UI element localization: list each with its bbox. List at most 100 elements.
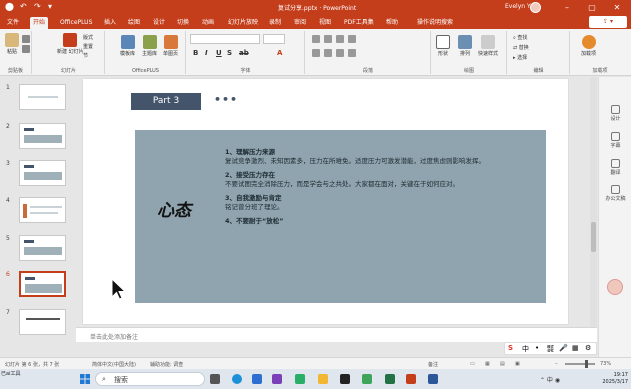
font-color-icon[interactable]: A (277, 49, 282, 57)
reset-button[interactable]: 重置 (83, 43, 93, 50)
slide-thumbnail-2[interactable] (19, 123, 66, 149)
copy-icon[interactable] (22, 45, 30, 53)
bullets-icon[interactable] (312, 35, 320, 43)
autosave-icon[interactable]: ⬤ (5, 2, 14, 11)
layout-button[interactable]: 版式 (83, 34, 93, 41)
part-label[interactable]: Part 3 (131, 93, 201, 110)
underline-icon[interactable]: U (216, 49, 222, 57)
numbering-icon[interactable] (324, 35, 332, 43)
taskbar-search[interactable]: ⌕ 搜索 (95, 372, 205, 386)
assistant-avatar-icon[interactable] (607, 279, 623, 295)
slide-thumbnail-1[interactable] (19, 84, 66, 110)
slide[interactable]: Part 3 ••• 心态 1、理解压力来源 复试竞争激烈、未知因素多，压力在所… (83, 79, 568, 324)
language-indicator[interactable]: 简体中文(中国大陆) (92, 361, 136, 368)
tell-me-search[interactable]: 操作说明搜索 (414, 17, 456, 29)
slide-thumbnail-6[interactable] (19, 271, 66, 297)
points-text[interactable]: 1、理解压力来源 复试竞争激烈、未知因素多，压力在所难免。适度压力可激发潜能，过… (225, 148, 505, 226)
subtitle-button[interactable]: 字幕 (602, 132, 629, 149)
strikethrough-icon[interactable]: ab (239, 49, 249, 57)
tray-icons[interactable]: ⌃ 中 ◉ (540, 375, 560, 384)
ime-lang-toggle[interactable]: 中 (522, 344, 529, 354)
shape-button[interactable]: 形状 (436, 35, 450, 57)
avatar[interactable] (530, 2, 541, 13)
bold-icon[interactable]: B (193, 49, 198, 57)
ime-logo-icon[interactable]: S (508, 344, 513, 352)
excel-icon[interactable] (385, 374, 395, 384)
new-slide-button[interactable]: 新建 幻灯片 (57, 33, 84, 55)
scrollbar-thumb[interactable] (591, 222, 596, 252)
wechat-icon[interactable] (295, 374, 305, 384)
tab-insert[interactable]: 插入 (101, 17, 119, 29)
font-size-select[interactable] (263, 34, 285, 44)
microphone-icon[interactable]: 🎤 (559, 344, 568, 352)
keyboard-icon[interactable]: ▦ (572, 344, 579, 352)
addin-button[interactable]: 加载项 (581, 35, 596, 57)
tab-home[interactable]: 开始 (30, 17, 49, 29)
zoom-slider-knob[interactable] (585, 360, 588, 368)
sorter-view-icon[interactable]: ▦ (485, 361, 490, 367)
cut-icon[interactable] (22, 35, 30, 43)
paste-button[interactable]: 粘贴 (5, 33, 19, 55)
tab-pdf-tools[interactable]: PDF工具集 (341, 17, 377, 29)
single-page-button[interactable]: 单图页 (163, 35, 178, 57)
slide-thumbnail-3[interactable] (19, 160, 66, 186)
tab-help[interactable]: 帮助 (383, 17, 401, 29)
tab-file[interactable]: 文件 (4, 17, 22, 29)
keyword-text[interactable]: 心态 (157, 196, 191, 221)
normal-view-icon[interactable]: ▭ (470, 361, 475, 367)
powerpoint-icon[interactable] (406, 374, 416, 384)
ime-punct-icon[interactable]: • (535, 344, 539, 352)
zoom-slider[interactable] (565, 363, 595, 365)
edge-icon[interactable] (232, 374, 242, 384)
italic-icon[interactable]: I (205, 49, 208, 57)
maximize-icon[interactable]: ▢ (585, 1, 599, 14)
content-box[interactable]: 心态 1、理解压力来源 复试竞争激烈、未知因素多，压力在所难免。适度压力可激发潜… (135, 130, 546, 303)
align-left-icon[interactable] (312, 49, 320, 57)
align-center-icon[interactable] (324, 49, 332, 57)
slide-thumbnail-4[interactable] (19, 197, 66, 223)
tab-animations[interactable]: 动画 (199, 17, 217, 29)
arrange-button[interactable]: 排列 (458, 35, 472, 57)
minimize-icon[interactable]: – (560, 1, 574, 14)
theme-button[interactable]: 主题库 (142, 35, 157, 57)
ime-emoji-icon[interactable]: ㍿ (547, 344, 554, 354)
tab-design[interactable]: 设计 (150, 17, 168, 29)
find-button[interactable]: ⌕ 查找 (513, 34, 527, 41)
align-right-icon[interactable] (336, 49, 344, 57)
quick-style-button[interactable]: 快速样式 (478, 35, 498, 57)
app-k-icon[interactable] (340, 374, 350, 384)
slide-thumbnail-7[interactable] (19, 309, 66, 335)
replace-button[interactable]: ⇄ 替换 (513, 44, 529, 51)
increase-indent-icon[interactable] (348, 35, 356, 43)
shadow-icon[interactable]: S (227, 49, 232, 57)
vertical-scrollbar[interactable] (590, 77, 597, 327)
app-green-icon[interactable] (362, 374, 372, 384)
select-button[interactable]: ▸ 选择 (513, 54, 527, 61)
tab-view[interactable]: 视图 (316, 17, 334, 29)
notes-pane[interactable]: 单击此处添加备注 (76, 327, 597, 342)
slide-thumbnail-5[interactable] (19, 235, 66, 261)
ime-settings-icon[interactable]: ⚙ (585, 344, 591, 352)
slideshow-view-icon[interactable]: ▣ (515, 361, 520, 367)
office-doc-button[interactable]: 办公文稿 (602, 185, 629, 202)
tab-review[interactable]: 审阅 (291, 17, 309, 29)
tab-record[interactable]: 录制 (266, 17, 284, 29)
section-button[interactable]: 节 (83, 52, 88, 59)
tab-officeplus[interactable]: OfficePLUS (57, 17, 95, 29)
notes-toggle[interactable]: 备注 (428, 361, 438, 368)
redo-icon[interactable]: ↷ (34, 2, 41, 11)
decrease-indent-icon[interactable] (336, 35, 344, 43)
reading-view-icon[interactable]: ▤ (500, 361, 505, 367)
template-button[interactable]: 模板库 (120, 35, 135, 57)
share-button[interactable]: ⇪ ▾ (589, 16, 627, 28)
accessibility-indicator[interactable]: 辅助功能: 调查 (150, 361, 183, 368)
tab-transitions[interactable]: 切换 (174, 17, 192, 29)
windows-start-icon[interactable] (80, 374, 90, 384)
tab-slideshow[interactable]: 幻灯片放映 (225, 17, 261, 29)
word-icon[interactable] (428, 374, 438, 384)
customize-qat-icon[interactable]: ▾ (48, 2, 52, 11)
onenote-icon[interactable] (272, 374, 282, 384)
file-explorer-icon[interactable] (318, 374, 328, 384)
zoom-level[interactable]: 73% (600, 361, 611, 367)
taskbar-clock[interactable]: 19:17 2025/3/17 (592, 372, 628, 386)
